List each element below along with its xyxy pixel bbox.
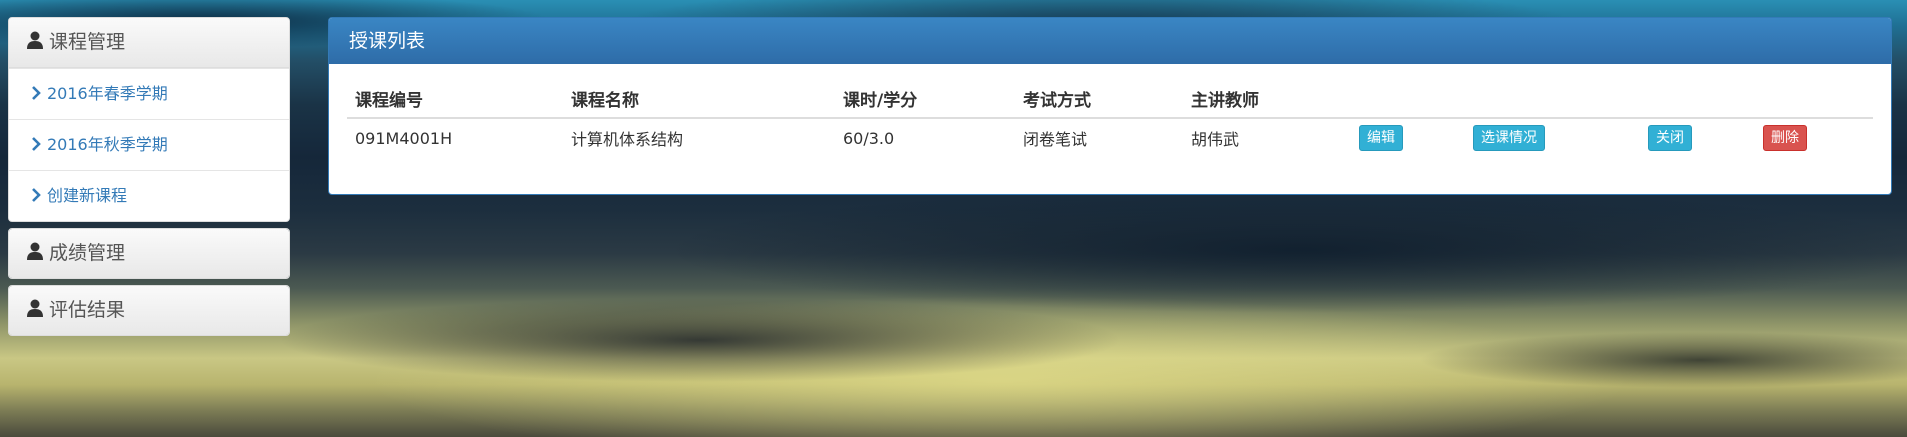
cell-teacher: 胡伟武 <box>1183 117 1351 157</box>
panel-heading-label: 评估结果 <box>49 299 126 321</box>
column-header-blank <box>1755 79 1873 119</box>
panel-heading-grade-management[interactable]: 成绩管理 <box>9 229 289 278</box>
cell-edit: 编辑 <box>1351 117 1465 157</box>
panel-heading-evaluation-results[interactable]: 评估结果 <box>9 286 289 335</box>
table-header-row: 课程编号 课程名称 课时/学分 考试方式 主讲教师 <box>347 79 1873 119</box>
delete-course-button[interactable]: 删除 <box>1763 125 1807 151</box>
sidebar-item-label: 创建新课程 <box>47 186 128 205</box>
chevron-right-icon <box>32 188 41 202</box>
cell-hours-credits: 60/3.0 <box>835 117 1015 157</box>
sidebar-item-create-course[interactable]: 创建新课程 <box>9 170 289 221</box>
panel-body: 课程编号 课程名称 课时/学分 考试方式 主讲教师 091M4001H 计算机体… <box>329 64 1891 157</box>
sidebar-item-label: 2016年秋季学期 <box>47 135 168 154</box>
sidebar: 课程管理 2016年春季学期 2016年秋季学期 创建新课程 成绩管理 评估结果 <box>8 17 290 342</box>
column-header-course-code: 课程编号 <box>347 79 563 119</box>
edit-button[interactable]: 编辑 <box>1359 125 1403 151</box>
column-header-course-name: 课程名称 <box>563 79 835 119</box>
user-icon <box>27 242 43 260</box>
user-icon <box>27 299 43 317</box>
cell-enrollment: 选课情况 <box>1465 117 1640 157</box>
cell-course-name: 计算机体系结构 <box>563 117 835 157</box>
column-header-teacher: 主讲教师 <box>1183 79 1351 119</box>
panel-heading-label: 成绩管理 <box>49 242 126 264</box>
enrollment-status-button[interactable]: 选课情况 <box>1473 125 1545 151</box>
panel-grade-management: 成绩管理 <box>8 228 290 279</box>
column-header-blank <box>1640 79 1755 119</box>
panel-title: 授课列表 <box>329 18 1891 64</box>
cell-close: 关闭 <box>1640 117 1755 157</box>
cell-exam-type: 闭卷笔试 <box>1015 117 1183 157</box>
close-course-button[interactable]: 关闭 <box>1648 125 1692 151</box>
panel-heading-label: 课程管理 <box>49 31 126 53</box>
panel-heading-course-management[interactable]: 课程管理 <box>9 18 289 68</box>
chevron-right-icon <box>32 86 41 100</box>
column-header-hours-credits: 课时/学分 <box>835 79 1015 119</box>
cell-delete: 删除 <box>1755 117 1873 157</box>
course-list-panel: 授课列表 课程编号 课程名称 课时/学分 考试方式 主讲教师 091M4001H… <box>328 17 1892 195</box>
cell-course-code: 091M4001H <box>347 117 563 157</box>
chevron-right-icon <box>32 137 41 151</box>
panel-evaluation-results: 评估结果 <box>8 285 290 336</box>
sidebar-item-2016-fall[interactable]: 2016年秋季学期 <box>9 119 289 170</box>
column-header-exam-type: 考试方式 <box>1015 79 1183 119</box>
column-header-blank <box>1465 79 1640 119</box>
course-table: 课程编号 课程名称 课时/学分 考试方式 主讲教师 091M4001H 计算机体… <box>347 79 1873 157</box>
panel-course-management: 课程管理 2016年春季学期 2016年秋季学期 创建新课程 <box>8 17 290 222</box>
table-row: 091M4001H 计算机体系结构 60/3.0 闭卷笔试 胡伟武 编辑 选课情… <box>347 117 1873 157</box>
column-header-blank <box>1351 79 1465 119</box>
user-icon <box>27 31 43 49</box>
sidebar-item-label: 2016年春季学期 <box>47 84 168 103</box>
sidebar-item-2016-spring[interactable]: 2016年春季学期 <box>9 68 289 119</box>
